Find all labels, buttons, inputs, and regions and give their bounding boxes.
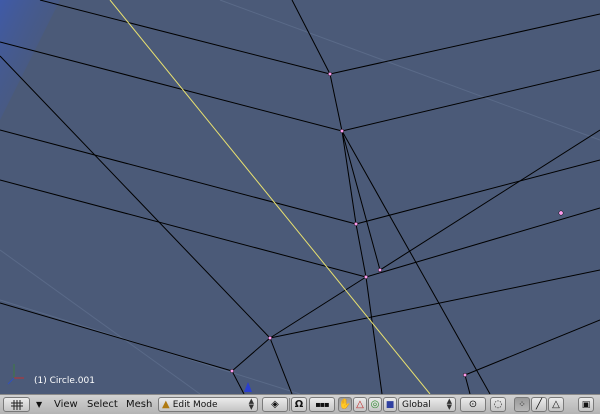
mesh-edge	[269, 269, 600, 339]
orientation-select-value: Global	[402, 399, 431, 410]
dropdown-arrows-icon: ▲ ▼	[446, 397, 452, 411]
mesh-edge	[269, 276, 367, 339]
3d-viewport[interactable]: (1) Circle.001	[0, 0, 600, 394]
edge-select-icon: ╱	[535, 399, 543, 410]
draw-type-icon: ◈	[271, 399, 279, 410]
mesh-edge	[379, 129, 600, 271]
grid-lines	[0, 0, 600, 394]
mesh-menu[interactable]: Mesh	[126, 398, 152, 412]
hand-manipulator-icon: ✋	[338, 399, 352, 410]
vertex[interactable]	[229, 368, 235, 374]
orientation-select[interactable]: Global ▲ ▼	[398, 397, 456, 412]
mesh-edge	[0, 55, 271, 339]
face-select-button[interactable]: △	[548, 397, 564, 412]
mesh-edge	[365, 276, 383, 394]
edge-select-button[interactable]: ╱	[531, 397, 547, 412]
vertex[interactable]	[377, 267, 383, 273]
mesh-edge	[365, 207, 600, 278]
snap-icon: Ω	[294, 399, 304, 410]
proportional-edit-icon: ◌	[493, 399, 503, 410]
viewport-type-button[interactable]	[3, 397, 30, 412]
rotate-manipulator-button[interactable]: ◎	[368, 397, 382, 412]
vertex[interactable]	[267, 335, 273, 341]
pivot-icon: ⊙	[468, 399, 478, 410]
translate-manipulator-button[interactable]: △	[353, 397, 367, 412]
pivot-button[interactable]: ⊙	[460, 397, 486, 412]
mode-select[interactable]: ▲ Edit Mode ▲ ▼	[158, 397, 258, 412]
vertex[interactable]	[339, 128, 345, 134]
viewport-header: ▼ View Select Mesh ▲ Edit Mode ▲ ▼ ◈ Ω ▪▪…	[0, 394, 600, 414]
render-icon: ▣	[581, 399, 591, 410]
active-object-label: (1) Circle.001	[34, 376, 95, 386]
mesh-edge	[329, 13, 600, 75]
edit-mode-icon: ▲	[162, 399, 170, 410]
mesh-edge	[341, 69, 600, 132]
z-axis-arrow	[244, 382, 252, 392]
mesh-edge	[355, 223, 367, 278]
vertex[interactable]	[353, 221, 359, 227]
vertex-select-button[interactable]: ⁘	[514, 397, 530, 412]
manipulator-toggle[interactable]: ✋	[338, 397, 352, 412]
snap-button[interactable]: Ω	[291, 397, 307, 412]
select-menu[interactable]: Select	[87, 398, 118, 412]
rotate-manipulator-icon: ◎	[370, 399, 380, 410]
render-button[interactable]: ▣	[578, 397, 594, 412]
mesh-edge	[39, 0, 331, 75]
back-face-shade	[0, 0, 60, 120]
mesh-edge	[231, 337, 271, 372]
mode-select-value: Edit Mode	[172, 399, 218, 410]
mesh-edge	[464, 319, 600, 376]
mesh-edge	[355, 159, 600, 225]
scale-manipulator-button[interactable]: ■	[383, 397, 397, 412]
proportional-edit-button[interactable]: ◌	[490, 397, 506, 412]
mesh-edge	[0, 41, 343, 132]
layers-icon: ▪▪▪	[315, 400, 329, 409]
vertex[interactable]	[462, 372, 468, 378]
draw-type-button[interactable]: ◈	[262, 397, 288, 412]
mesh-edge	[329, 73, 343, 132]
menu-collapse-arrow-icon[interactable]: ▼	[36, 398, 42, 412]
mesh-edge	[0, 302, 233, 372]
viewport-type-icon	[10, 399, 23, 410]
mesh-wireframe	[0, 0, 600, 394]
vertex[interactable]	[327, 71, 333, 77]
dropdown-arrows-icon: ▲ ▼	[248, 397, 254, 411]
mesh-edge	[291, 0, 331, 75]
separator	[289, 398, 290, 411]
mesh-edges	[0, 0, 600, 394]
mesh-edge	[341, 130, 357, 225]
mesh-edge	[0, 179, 367, 278]
layers-button[interactable]: ▪▪▪	[309, 397, 335, 412]
translate-manipulator-icon: △	[356, 399, 364, 410]
vertex[interactable]	[558, 210, 564, 216]
mesh-edge	[0, 129, 357, 225]
mesh-edge	[464, 374, 471, 394]
face-select-icon: △	[552, 399, 560, 410]
mesh-edge	[341, 130, 491, 394]
vertex[interactable]	[363, 274, 369, 280]
scale-manipulator-icon: ■	[385, 399, 395, 410]
vertex-select-icon: ⁘	[518, 399, 526, 410]
view-menu[interactable]: View	[54, 398, 78, 412]
